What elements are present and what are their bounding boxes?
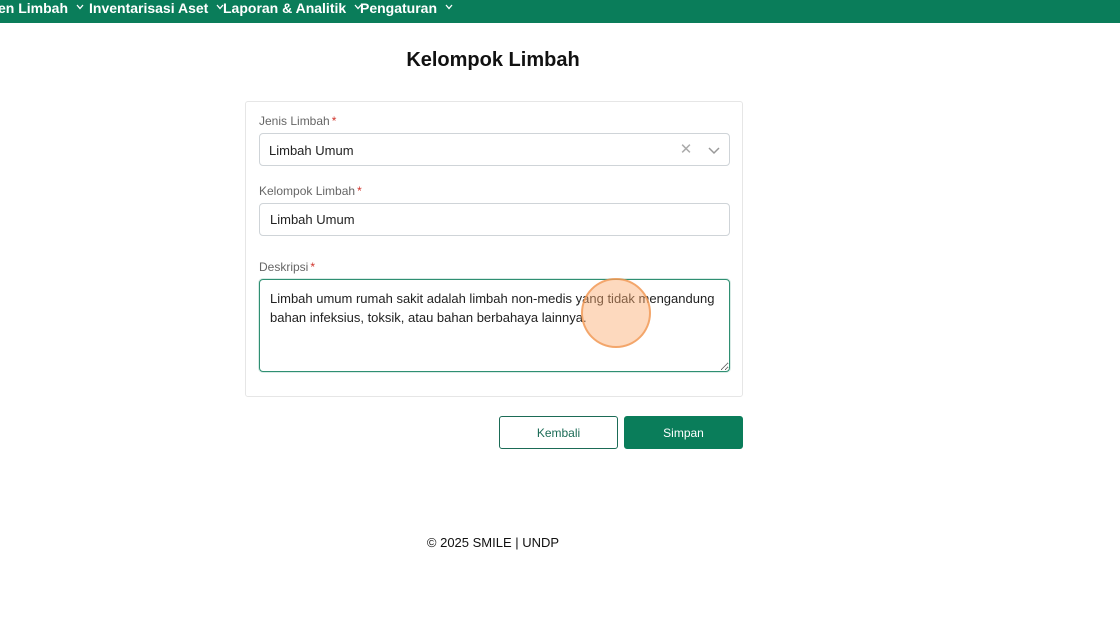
save-button[interactable]: Simpan <box>624 416 743 449</box>
jenis-limbah-label: Jenis Limbah * <box>259 114 336 128</box>
jenis-limbah-label-text: Jenis Limbah <box>259 114 330 128</box>
nav-item-label: Inventarisasi Aset <box>89 0 209 16</box>
footer-copyright: © 2025 SMILE | UNDP <box>426 535 560 550</box>
nav-item-inventarisasi-aset[interactable]: Inventarisasi Aset <box>89 0 224 18</box>
chevron-down-icon <box>76 4 84 10</box>
kelompok-limbah-input[interactable] <box>259 203 730 236</box>
nav-item-label: en Limbah <box>0 0 69 16</box>
required-mark: * <box>357 184 362 198</box>
kelompok-limbah-label-text: Kelompok Limbah <box>259 184 356 198</box>
chevron-down-icon[interactable] <box>705 141 723 159</box>
nav-item-label: Laporan & Analitik <box>223 0 347 16</box>
required-mark: * <box>331 114 337 128</box>
deskripsi-label: Deskripsi * <box>259 260 315 274</box>
clear-icon[interactable]: ✕ <box>678 140 694 160</box>
page-title: Kelompok Limbah <box>406 49 580 71</box>
jenis-limbah-select[interactable]: Limbah Umum ✕ <box>259 133 730 166</box>
chevron-down-icon <box>445 4 453 10</box>
nav-item-laporan-analitik[interactable]: Laporan & Analitik <box>223 0 362 18</box>
form-card: Jenis Limbah * Limbah Umum ✕ Kelompok Lim… <box>245 101 743 397</box>
required-mark: * <box>310 260 316 274</box>
top-navbar: en Limbah Inventarisasi Aset Laporan & A… <box>0 0 1120 23</box>
nav-item-label: Pengaturan <box>360 0 438 16</box>
nav-item-manajemen-limbah[interactable]: en Limbah <box>0 0 84 18</box>
deskripsi-label-text: Deskripsi <box>259 260 309 274</box>
deskripsi-textarea[interactable]: Limbah umum rumah sakit adalah limbah no… <box>259 279 730 372</box>
nav-item-pengaturan[interactable]: Pengaturan <box>360 0 453 18</box>
kelompok-limbah-label: Kelompok Limbah * <box>259 184 362 198</box>
back-button[interactable]: Kembali <box>499 416 618 449</box>
jenis-limbah-selected-value: Limbah Umum <box>269 143 354 158</box>
